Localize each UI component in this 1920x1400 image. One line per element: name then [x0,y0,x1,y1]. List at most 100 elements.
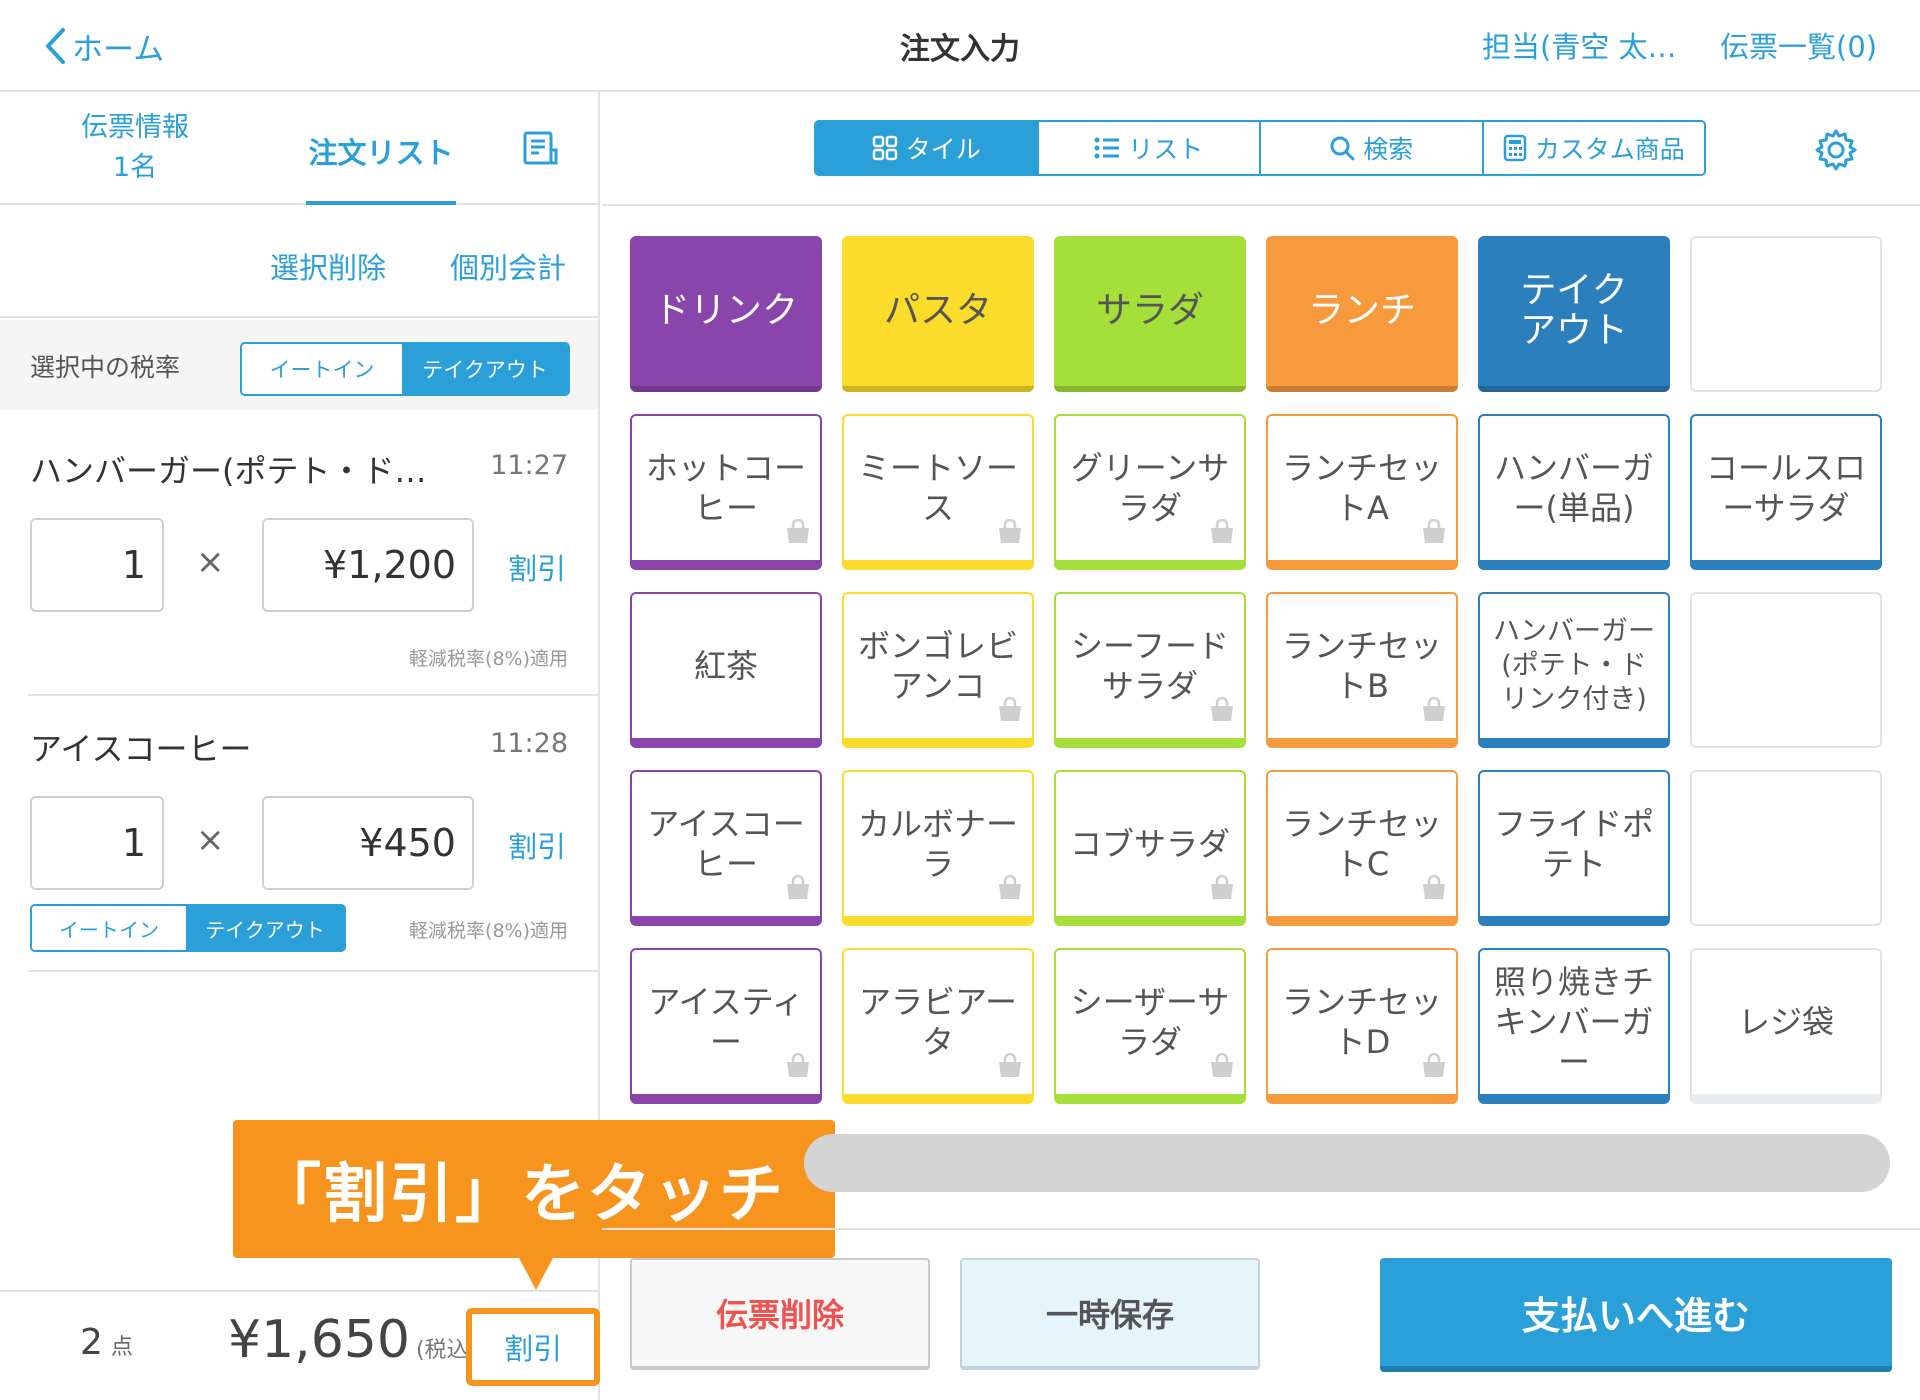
category-drink[interactable]: ドリンク [630,236,822,392]
product-tile[interactable]: 紅茶 [630,592,822,748]
item-divider [28,694,600,696]
takeout-bag-icon [784,514,812,554]
product-label: コブサラダ [1069,825,1230,863]
takeout-bag-icon [1208,1048,1236,1088]
tab-search-label: 検索 [1363,135,1414,164]
product-tile[interactable]: シーフードサラダ [1054,592,1246,748]
order-item[interactable]: ハンバーガー(ポテト・ド… 11:27 1 × ¥1,200 割引 軽減税率(8… [30,446,568,766]
item-name: ハンバーガー(ポテト・ド… [30,452,427,490]
hold-button[interactable]: 一時保存 [960,1258,1260,1370]
discount-button[interactable]: 割引 [508,824,566,866]
item-time: 11:27 [490,450,568,481]
slip-list-button[interactable]: 伝票一覧(0) [1720,24,1877,66]
takeout-bag-icon [784,870,812,910]
quantity-field[interactable]: 1 [30,518,164,612]
item-time: 11:28 [490,728,568,759]
chevron-left-icon [46,28,65,64]
product-tile[interactable]: レジ袋 [1690,948,1882,1104]
takeout-bag-icon [1420,692,1448,732]
tab-list[interactable]: リスト [1038,122,1261,174]
eat-in-option[interactable]: イートイン [242,344,402,394]
order-summary: 2点 ¥1,650 (税込) 割引 [0,1290,600,1400]
calculator-icon [1503,134,1526,162]
product-tile[interactable]: 照り焼きチキンバーガー [1478,948,1670,1104]
top-bar: ホーム 注文入力 担当(青空 太… 伝票一覧(0) [0,0,1920,92]
proceed-to-payment-button[interactable]: 支払いへ進む [1380,1258,1892,1372]
tab-tile-label: タイル [905,135,981,164]
quantity-field[interactable]: 1 [30,796,164,890]
price-field[interactable]: ¥1,200 [262,518,474,612]
divider [602,204,1920,206]
empty-tile [1690,236,1882,392]
takeout-bag-icon [996,1048,1024,1088]
empty-tile [1690,592,1882,748]
times-sign: × [196,820,225,860]
product-tile[interactable]: ハンバーガー(ポテト・ドリンク付き) [1478,592,1670,748]
price-field[interactable]: ¥450 [262,796,474,890]
tab-custom-product[interactable]: カスタム商品 [1483,122,1704,174]
product-label: レジ袋 [1737,1003,1834,1041]
tab-slip-info-label: 伝票情報 [81,112,189,143]
takeout-bag-icon [1420,870,1448,910]
tax-rate-bar: 選択中の税率 イートイン テイクアウト [0,320,598,410]
product-tile[interactable]: シーザーサラダ [1054,948,1246,1104]
takeout-bag-icon [996,692,1024,732]
product-label: コールスローサラダ [1705,449,1866,527]
product-label: ハンバーガー(ポテト・ドリンク付き) [1493,616,1655,715]
delete-selected-button[interactable]: 選択削除 [270,245,386,287]
times-sign: × [196,542,225,582]
product-tile[interactable]: ハンバーガー(単品) [1478,414,1670,570]
discount-button[interactable]: 割引 [508,546,566,588]
product-tile[interactable]: アイスコーヒー [630,770,822,926]
product-tile[interactable]: アイスティー [630,948,822,1104]
tab-order-list[interactable]: 注文リスト [306,92,456,205]
product-tile[interactable]: ホットコーヒー [630,414,822,570]
category-lunch[interactable]: ランチ [1266,236,1458,392]
product-label: ハンバーガー(単品) [1493,449,1654,527]
order-tabs: 伝票情報 1名 注文リスト [0,92,598,205]
product-tile[interactable]: ランチセットB [1266,592,1458,748]
product-tile[interactable]: コブサラダ [1054,770,1246,926]
product-tile[interactable]: ランチセットA [1266,414,1458,570]
product-tile[interactable]: ランチセットD [1266,948,1458,1104]
tab-tile[interactable]: タイル [816,122,1039,174]
category-pasta[interactable]: パスタ [842,236,1034,392]
delete-slip-button[interactable]: 伝票削除 [630,1258,930,1370]
take-out-option[interactable]: テイクアウト [402,344,568,394]
staff-button[interactable]: 担当(青空 太… [1482,24,1677,66]
item-tax-toggle: イートイン テイクアウト [30,904,346,952]
takeout-bag-icon [784,1048,812,1088]
gear-icon[interactable] [1814,128,1858,176]
order-item[interactable]: アイスコーヒー 11:28 1 × ¥450 割引 イートイン テイクアウト 軽… [30,724,568,1044]
item-name: アイスコーヒー [30,730,252,768]
product-tile[interactable]: カルボナーラ [842,770,1034,926]
receipt-icon[interactable] [522,130,558,170]
takeout-bag-icon [1420,514,1448,554]
product-tile[interactable]: アラビアータ [842,948,1034,1104]
product-label: フライドポテト [1493,805,1654,883]
view-mode-tabs: タイル リスト 検索 カスタム商品 [814,120,1706,176]
tab-search[interactable]: 検索 [1261,122,1484,174]
empty-tile [1690,770,1882,926]
take-out-option[interactable]: テイクアウト [186,906,344,950]
product-tile[interactable]: グリーンサラダ [1054,414,1246,570]
order-total: ¥1,650 (税込) [228,1310,477,1370]
category-salad[interactable]: サラダ [1054,236,1246,392]
product-tile[interactable]: フライドポテト [1478,770,1670,926]
tab-slip-info[interactable]: 伝票情報 1名 [40,108,230,188]
category-takeout[interactable]: テイクアウト [1478,236,1670,392]
product-label: 照り焼きチキンバーガー [1493,963,1654,1081]
order-discount-button[interactable]: 割引 [466,1308,600,1386]
eat-in-option[interactable]: イートイン [32,906,186,950]
scrollbar[interactable] [804,1134,1890,1192]
product-tile[interactable]: ボンゴレビアンコ [842,592,1034,748]
item-count-value: 2 [80,1322,103,1363]
split-payment-button[interactable]: 個別会計 [450,245,566,287]
product-tile[interactable]: ランチセットC [1266,770,1458,926]
guest-count: 1名 [112,152,158,183]
back-button[interactable]: ホーム [44,22,164,70]
product-tile[interactable]: コールスローサラダ [1690,414,1882,570]
reduced-tax-note: 軽減税率(8%)適用 [409,648,568,670]
back-label: ホーム [72,31,165,68]
product-tile[interactable]: ミートソース [842,414,1034,570]
